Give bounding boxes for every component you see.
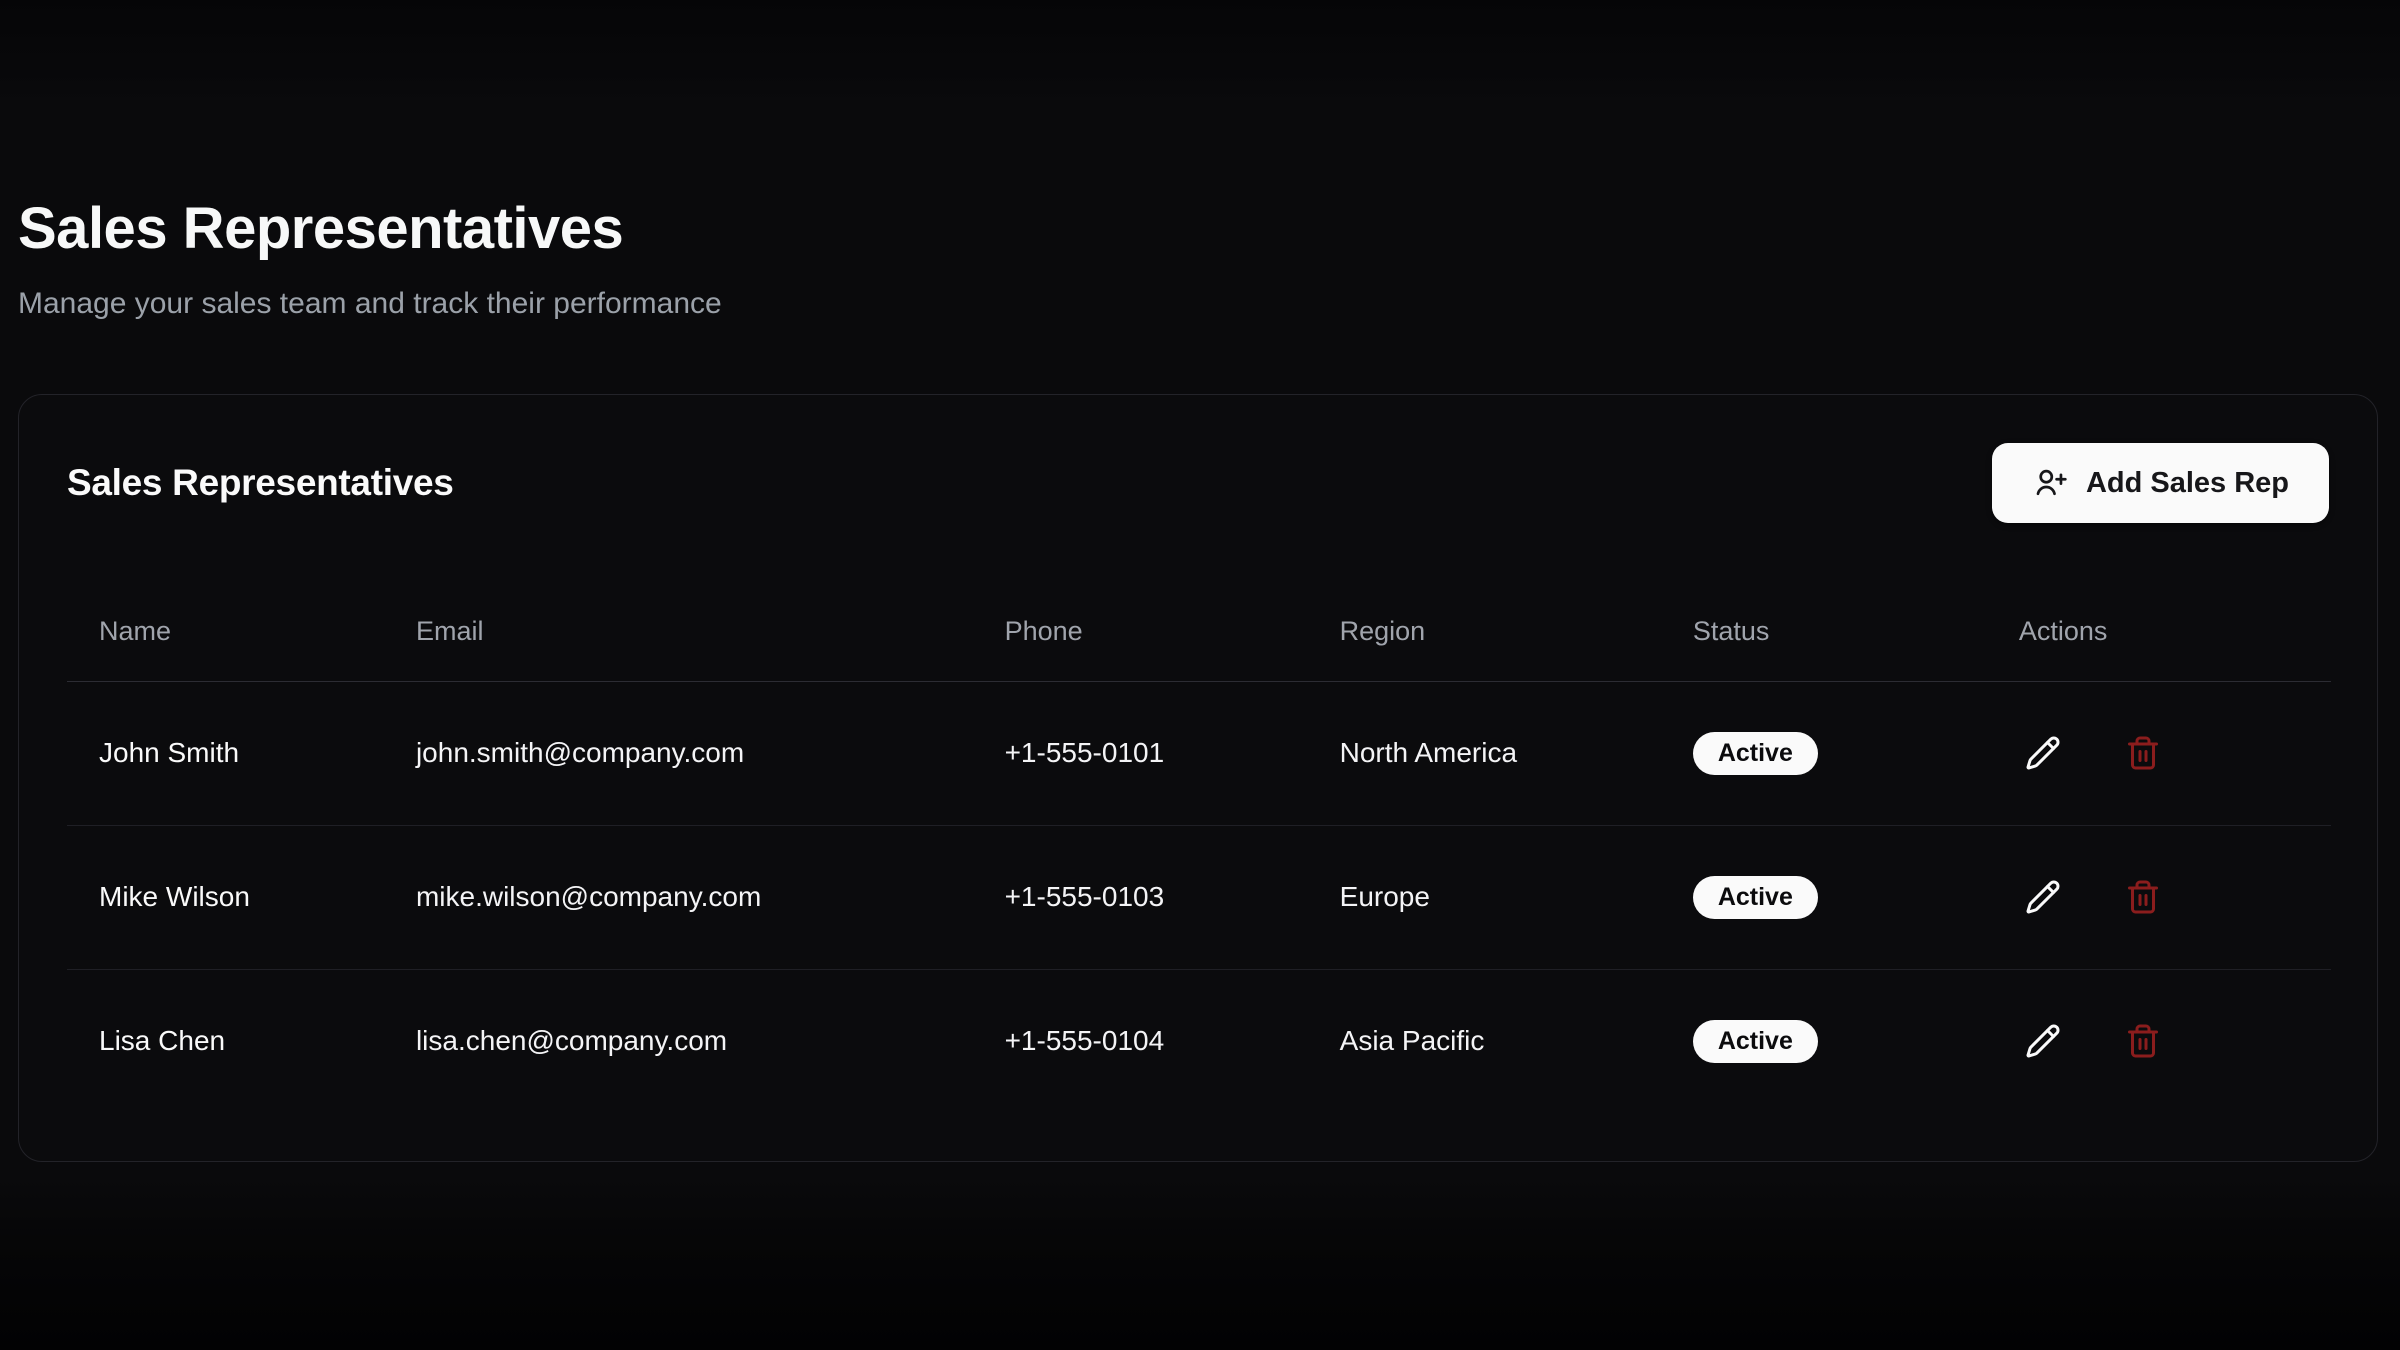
rep-region: North America bbox=[1308, 681, 1661, 825]
sales-reps-table: Name Email Phone Region Status Actions J… bbox=[67, 583, 2331, 1113]
table-header-row: Name Email Phone Region Status Actions bbox=[67, 583, 2331, 681]
row-actions bbox=[2019, 873, 2331, 921]
status-badge: Active bbox=[1693, 732, 1818, 775]
rep-phone: +1-555-0104 bbox=[973, 969, 1308, 1113]
page-subtitle: Manage your sales team and track their p… bbox=[18, 286, 2380, 322]
status-badge: Active bbox=[1693, 876, 1818, 919]
rep-region: Europe bbox=[1308, 825, 1661, 969]
trash-icon bbox=[2125, 735, 2161, 771]
column-header-email: Email bbox=[384, 583, 973, 681]
rep-email: john.smith@company.com bbox=[384, 681, 973, 825]
card-title: Sales Representatives bbox=[67, 462, 454, 504]
column-header-name: Name bbox=[67, 583, 384, 681]
pencil-icon bbox=[2025, 879, 2061, 915]
rep-email: lisa.chen@company.com bbox=[384, 969, 973, 1113]
column-header-region: Region bbox=[1308, 583, 1661, 681]
table-row: Lisa Chen lisa.chen@company.com +1-555-0… bbox=[67, 969, 2331, 1113]
add-sales-rep-label: Add Sales Rep bbox=[2086, 467, 2289, 500]
rep-name: John Smith bbox=[67, 681, 384, 825]
edit-button[interactable] bbox=[2019, 1017, 2067, 1065]
pencil-icon bbox=[2025, 1023, 2061, 1059]
rep-phone: +1-555-0101 bbox=[973, 681, 1308, 825]
rep-phone: +1-555-0103 bbox=[973, 825, 1308, 969]
card-header: Sales Representatives Add Sales Rep bbox=[67, 443, 2329, 523]
column-header-phone: Phone bbox=[973, 583, 1308, 681]
delete-button[interactable] bbox=[2119, 873, 2167, 921]
delete-button[interactable] bbox=[2119, 1017, 2167, 1065]
column-header-status: Status bbox=[1661, 583, 1987, 681]
pencil-icon bbox=[2025, 735, 2061, 771]
trash-icon bbox=[2125, 879, 2161, 915]
delete-button[interactable] bbox=[2119, 729, 2167, 777]
row-actions bbox=[2019, 729, 2331, 777]
edit-button[interactable] bbox=[2019, 873, 2067, 921]
user-plus-icon bbox=[2032, 465, 2068, 501]
edit-button[interactable] bbox=[2019, 729, 2067, 777]
rep-name: Lisa Chen bbox=[67, 969, 384, 1113]
rep-name: Mike Wilson bbox=[67, 825, 384, 969]
status-badge: Active bbox=[1693, 1020, 1818, 1063]
page: Sales Representatives Manage your sales … bbox=[0, 0, 2400, 1162]
page-title: Sales Representatives bbox=[18, 196, 2380, 262]
sales-reps-card: Sales Representatives Add Sales Rep bbox=[18, 394, 2378, 1162]
column-header-actions: Actions bbox=[1987, 583, 2331, 681]
row-actions bbox=[2019, 1017, 2331, 1065]
table-row: Mike Wilson mike.wilson@company.com +1-5… bbox=[67, 825, 2331, 969]
trash-icon bbox=[2125, 1023, 2161, 1059]
rep-region: Asia Pacific bbox=[1308, 969, 1661, 1113]
add-sales-rep-button[interactable]: Add Sales Rep bbox=[1992, 443, 2329, 523]
rep-email: mike.wilson@company.com bbox=[384, 825, 973, 969]
table-row: John Smith john.smith@company.com +1-555… bbox=[67, 681, 2331, 825]
